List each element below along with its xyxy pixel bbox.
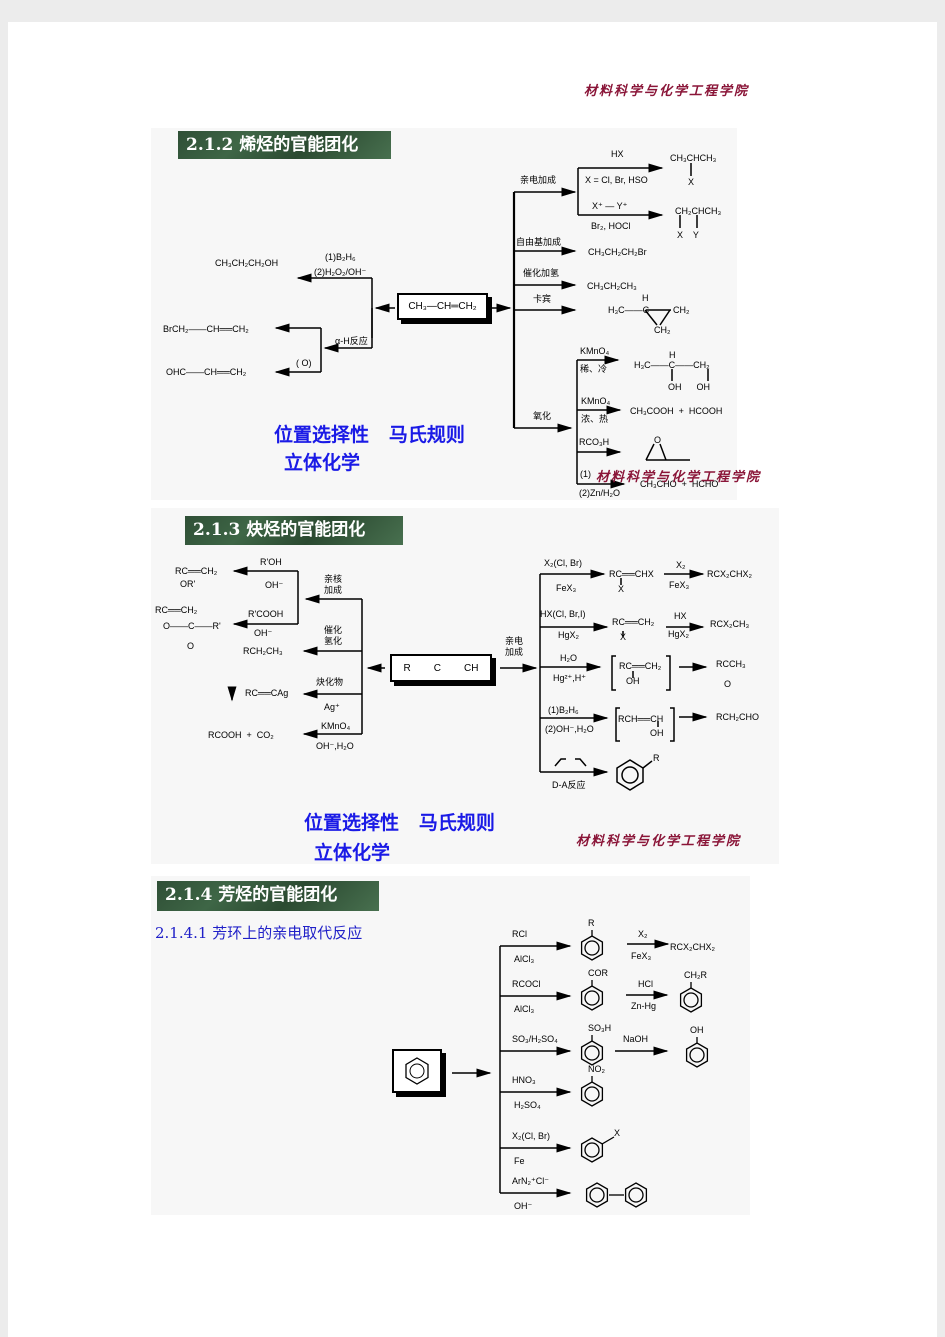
final-product-substituent: OH	[690, 1025, 704, 1035]
substituent-bond	[601, 1136, 615, 1145]
arene-reagent-top: RCOCl	[512, 979, 541, 989]
step2-reagent-top: X₂	[638, 929, 648, 939]
arene-reagent-top: SO₃/H₂SO₄	[512, 1034, 558, 1044]
benzene-icon	[405, 1057, 429, 1085]
substituted-benzene-ring-aromatic-circle	[584, 1086, 600, 1102]
ring-substituent: SO₃H	[588, 1023, 612, 1033]
benzene-start-box	[392, 1049, 442, 1093]
ring-substituent: R	[588, 918, 595, 928]
ring-substituent: X	[614, 1128, 621, 1138]
step2-reagent-bottom: Zn-Hg	[631, 1001, 657, 1011]
arene-arrows	[452, 930, 709, 1208]
arene-reagent-bottom: OH⁻	[514, 1201, 533, 1211]
arene-reagent-top: X₂(Cl, Br)	[512, 1131, 550, 1141]
ring-substituent: NO₂	[588, 1064, 605, 1074]
arene-reagent-bottom: AlCl₃	[514, 954, 535, 964]
final-product-substituent: CH₂R	[684, 970, 707, 980]
arene-reagent-bottom: Fe	[514, 1156, 525, 1166]
step2-reagent-top: HCl	[638, 979, 653, 989]
substituted-benzene-ring-aromatic-circle	[584, 940, 600, 956]
substituted-benzene-ring-aromatic-circle	[584, 1045, 600, 1061]
substituted-benzene-ring-aromatic-circle	[584, 990, 600, 1006]
biphenyl-ring-2-aromatic-circle	[628, 1187, 644, 1203]
arene-reagent-bottom: AlCl₃	[514, 1004, 535, 1014]
arene-reagent-top: ArN₂⁺Cl⁻	[512, 1176, 549, 1186]
arene-reagent-top: RCl	[512, 929, 527, 939]
product-benzene-ring-aromatic-circle	[683, 992, 699, 1008]
halobenzene-ring-aromatic-circle	[584, 1142, 600, 1158]
ring-substituent: COR	[588, 968, 608, 978]
final-product: RCX₂CHX₂	[670, 942, 715, 952]
product-benzene-ring-aromatic-circle	[689, 1047, 705, 1063]
arene-reagent-top: HNO₃	[512, 1075, 536, 1085]
arene-reagent-bottom: H₂SO₄	[514, 1100, 541, 1110]
step2-reagent-top: NaOH	[623, 1034, 649, 1044]
step2-reagent-bottom: FeX₃	[631, 951, 652, 961]
biphenyl-ring-1-aromatic-circle	[589, 1187, 605, 1203]
